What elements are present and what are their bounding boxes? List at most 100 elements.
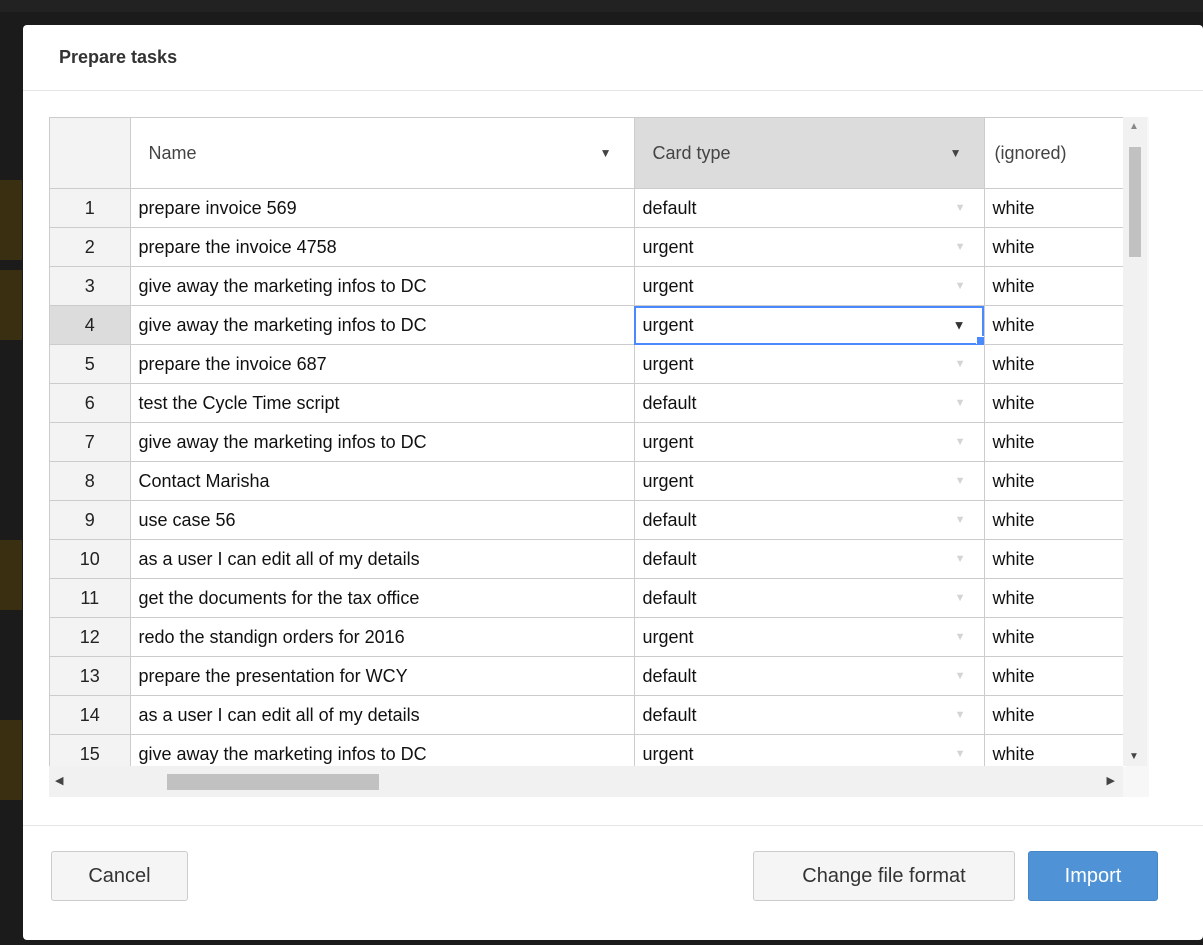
row-number[interactable]: 13 (50, 656, 131, 696)
table-row: 9 use case 56 default ▼ white (50, 500, 1126, 540)
scroll-down-icon[interactable]: ▼ (1129, 751, 1139, 762)
dropdown-icon[interactable]: ▼ (955, 748, 966, 760)
dropdown-icon[interactable]: ▼ (955, 280, 966, 292)
name-cell[interactable]: Contact Marisha (130, 461, 635, 501)
corner-header (50, 118, 131, 189)
card-type-value: default (642, 509, 697, 530)
dropdown-icon[interactable]: ▼ (955, 241, 966, 253)
prepare-tasks-dialog: Prepare tasks Name ▼ Card type ▼ (ignore… (23, 25, 1203, 940)
ignored-cell[interactable]: white (984, 695, 1126, 735)
ignored-cell[interactable]: white (984, 734, 1126, 767)
row-number[interactable]: 3 (50, 266, 131, 306)
card-type-value: urgent (642, 236, 694, 257)
row-number[interactable]: 1 (50, 188, 131, 228)
name-cell[interactable]: prepare invoice 569 (130, 188, 635, 228)
dropdown-icon[interactable]: ▼ (600, 146, 612, 160)
vertical-scrollbar[interactable]: ▲ ▼ (1123, 117, 1147, 766)
name-cell[interactable]: use case 56 (130, 500, 635, 540)
horizontal-scroll-thumb[interactable] (167, 774, 379, 790)
dropdown-icon[interactable]: ▼ (955, 475, 966, 487)
card-type-cell[interactable]: urgent ▼ (634, 461, 985, 501)
name-cell[interactable]: give away the marketing infos to DC (130, 422, 635, 462)
column-header-ignored[interactable]: (ignored) (984, 118, 1126, 189)
dropdown-icon[interactable]: ▼ (955, 670, 966, 682)
name-cell[interactable]: give away the marketing infos to DC (130, 305, 635, 345)
card-type-cell[interactable]: default ▼ (634, 539, 985, 579)
horizontal-scrollbar[interactable]: ◀ ▶ (49, 766, 1123, 797)
card-type-cell[interactable]: urgent ▼ (634, 305, 985, 345)
scroll-up-icon[interactable]: ▲ (1129, 121, 1139, 132)
table-row: 3 give away the marketing infos to DC urge… (50, 266, 1126, 306)
ignored-cell[interactable]: white (984, 266, 1126, 306)
row-number[interactable]: 5 (50, 344, 131, 384)
table-row: 12 redo the standign orders for 2016 urgen… (50, 617, 1126, 657)
fill-handle[interactable] (975, 336, 983, 344)
row-number[interactable]: 6 (50, 383, 131, 423)
card-type-cell[interactable]: default ▼ (634, 656, 985, 696)
card-type-cell[interactable]: default ▼ (634, 383, 985, 423)
name-cell[interactable]: redo the standign orders for 2016 (130, 617, 635, 657)
ignored-cell[interactable]: white (984, 461, 1126, 501)
row-number[interactable]: 14 (50, 695, 131, 735)
dropdown-icon[interactable]: ▼ (955, 709, 966, 721)
card-type-cell[interactable]: default ▼ (634, 578, 985, 618)
ignored-cell[interactable]: white (984, 383, 1126, 423)
row-number[interactable]: 2 (50, 227, 131, 267)
row-number[interactable]: 15 (50, 734, 131, 767)
dropdown-icon[interactable]: ▼ (955, 397, 966, 409)
dropdown-icon[interactable]: ▼ (955, 514, 966, 526)
ignored-cell[interactable]: white (984, 188, 1126, 228)
name-cell[interactable]: as a user I can edit all of my details (130, 695, 635, 735)
card-type-cell[interactable]: urgent ▼ (634, 266, 985, 306)
cancel-button[interactable]: Cancel (51, 851, 188, 901)
change-file-format-button[interactable]: Change file format (753, 851, 1015, 901)
ignored-cell[interactable]: white (984, 578, 1126, 618)
row-number[interactable]: 7 (50, 422, 131, 462)
card-type-cell[interactable]: urgent ▼ (634, 617, 985, 657)
dropdown-icon[interactable]: ▼ (955, 631, 966, 643)
card-type-cell[interactable]: default ▼ (634, 500, 985, 540)
card-type-cell[interactable]: urgent ▼ (634, 227, 985, 267)
card-type-cell[interactable]: urgent ▼ (634, 734, 985, 767)
dropdown-icon[interactable]: ▼ (955, 202, 966, 214)
card-type-cell[interactable]: default ▼ (634, 695, 985, 735)
name-cell[interactable]: prepare the invoice 4758 (130, 227, 635, 267)
ignored-cell[interactable]: white (984, 227, 1126, 267)
row-number[interactable]: 10 (50, 539, 131, 579)
ignored-cell[interactable]: white (984, 344, 1126, 384)
name-cell[interactable]: prepare the invoice 687 (130, 344, 635, 384)
ignored-cell[interactable]: white (984, 617, 1126, 657)
scroll-right-icon[interactable]: ▶ (1107, 774, 1115, 787)
ignored-cell[interactable]: white (984, 500, 1126, 540)
dropdown-icon[interactable]: ▼ (955, 553, 966, 565)
card-type-cell[interactable]: urgent ▼ (634, 344, 985, 384)
name-cell[interactable]: test the Cycle Time script (130, 383, 635, 423)
name-cell[interactable]: prepare the presentation for WCY (130, 656, 635, 696)
name-cell[interactable]: give away the marketing infos to DC (130, 734, 635, 767)
name-cell[interactable]: as a user I can edit all of my details (130, 539, 635, 579)
import-button[interactable]: Import (1028, 851, 1158, 901)
name-cell[interactable]: get the documents for the tax office (130, 578, 635, 618)
card-type-value: urgent (642, 353, 694, 374)
dropdown-icon[interactable]: ▼ (955, 358, 966, 370)
dropdown-icon[interactable]: ▼ (955, 592, 966, 604)
row-number[interactable]: 11 (50, 578, 131, 618)
ignored-cell[interactable]: white (984, 422, 1126, 462)
scroll-left-icon[interactable]: ◀ (55, 774, 63, 787)
column-header-name[interactable]: Name ▼ (130, 118, 635, 189)
vertical-scroll-thumb[interactable] (1129, 147, 1141, 257)
column-header-card-type[interactable]: Card type ▼ (634, 118, 985, 189)
row-number[interactable]: 8 (50, 461, 131, 501)
ignored-cell[interactable]: white (984, 539, 1126, 579)
ignored-cell[interactable]: white (984, 305, 1126, 345)
row-number[interactable]: 9 (50, 500, 131, 540)
row-number[interactable]: 12 (50, 617, 131, 657)
dropdown-icon[interactable]: ▼ (955, 436, 966, 448)
dropdown-icon[interactable]: ▼ (953, 318, 966, 333)
card-type-cell[interactable]: default ▼ (634, 188, 985, 228)
dropdown-icon[interactable]: ▼ (950, 146, 962, 160)
card-type-cell[interactable]: urgent ▼ (634, 422, 985, 462)
ignored-cell[interactable]: white (984, 656, 1126, 696)
name-cell[interactable]: give away the marketing infos to DC (130, 266, 635, 306)
row-number[interactable]: 4 (50, 305, 131, 345)
